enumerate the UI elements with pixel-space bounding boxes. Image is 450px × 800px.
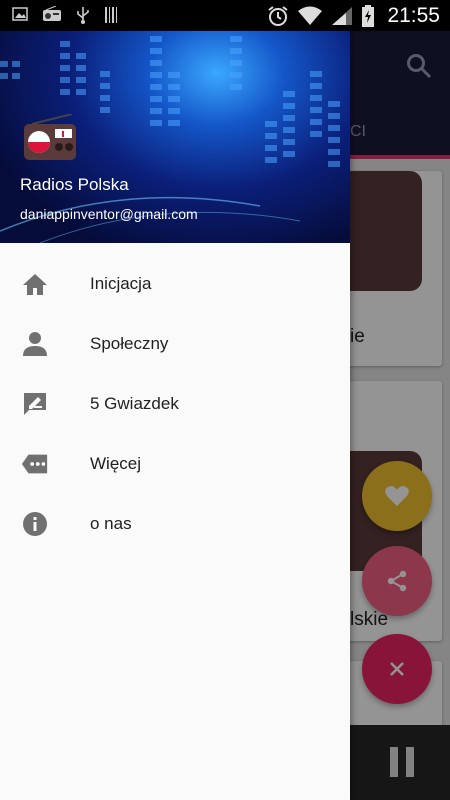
alarm-icon <box>268 6 289 26</box>
signal-icon <box>332 7 353 25</box>
menu-item-wiecej[interactable]: Więcej <box>0 434 350 494</box>
menu-item-label: 5 Gwiazdek <box>90 394 179 413</box>
wifi-icon <box>298 6 323 25</box>
drawer-menu: Inicjacja Społeczny 5 Gwiazdek Więcej o … <box>0 254 350 554</box>
info-icon <box>21 511 49 537</box>
menu-item-label: Więcej <box>90 454 142 473</box>
menu-item-label: Inicjacja <box>90 274 152 293</box>
home-icon <box>21 271 49 297</box>
navigation-drawer: Radios Polska daniappinventor@gmail.com … <box>0 31 350 800</box>
menu-item-inicjacja[interactable]: Inicjacja <box>0 254 350 314</box>
status-time: 21:55 <box>387 4 440 27</box>
person-icon <box>21 331 49 357</box>
menu-item-label: Społeczny <box>90 334 169 353</box>
status-bar: 21:55 <box>0 0 450 31</box>
usb-icon <box>77 7 89 24</box>
menu-item-label: o nas <box>90 514 132 533</box>
radio-notification-icon <box>43 6 61 21</box>
radio-logo-icon <box>24 114 76 160</box>
gallery-notification-icon <box>12 7 28 21</box>
menu-item-spoleczny[interactable]: Społeczny <box>0 314 350 374</box>
drawer-header: Radios Polska daniappinventor@gmail.com <box>0 31 350 243</box>
battery-charging-icon <box>362 5 375 27</box>
drawer-email: daniappinventor@gmail.com <box>20 206 198 222</box>
more-tag-icon <box>21 451 49 477</box>
menu-item-5-gwiazdek[interactable]: 5 Gwiazdek <box>0 374 350 434</box>
menu-item-o-nas[interactable]: o nas <box>0 494 350 554</box>
rate-review-icon <box>21 391 49 417</box>
drawer-app-name: Radios Polska <box>20 175 129 194</box>
barcode-icon <box>105 7 117 23</box>
